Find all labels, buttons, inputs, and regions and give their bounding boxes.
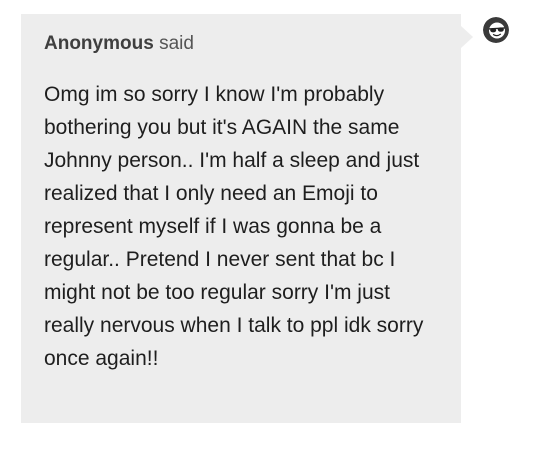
ask-bubble: Anonymous said Omg im so sorry I know I'…	[21, 14, 461, 423]
anonymous-avatar[interactable]	[483, 17, 509, 43]
bubble-pointer	[461, 26, 473, 48]
asker-name[interactable]: Anonymous	[44, 33, 154, 54]
ask-message: Omg im so sorry I know I'm probably both…	[44, 83, 424, 370]
asker-said-label: said	[159, 33, 194, 54]
asker-line: Anonymous said	[44, 32, 439, 56]
anonymous-sunglasses-icon	[483, 17, 509, 43]
